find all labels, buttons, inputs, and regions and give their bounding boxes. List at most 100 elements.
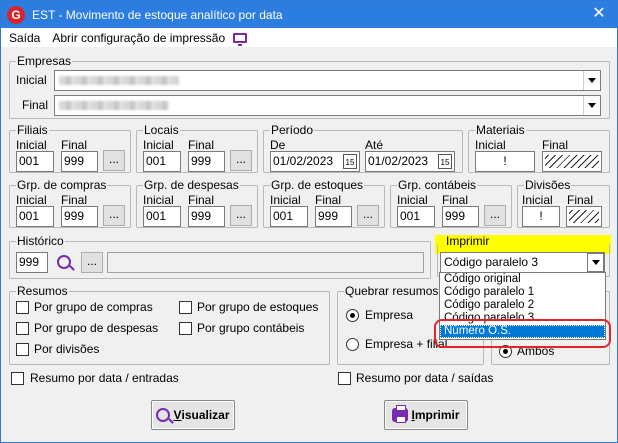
periodo-de-value: 01/02/2023 xyxy=(273,154,334,168)
materiais-group: Materiais Inicial Final ! xyxy=(468,123,610,173)
periodo-de-label: De xyxy=(270,138,286,152)
empresas-group: Empresas Inicial Final xyxy=(9,54,610,119)
menu-bar: Saída Abrir configuração de impressão xyxy=(1,28,617,47)
empresa-inicial-select[interactable] xyxy=(54,70,601,91)
por-grupo-contabeis-checkbox[interactable] xyxy=(179,322,192,335)
filiais-final-input[interactable]: 999 xyxy=(61,151,98,172)
resumos-group: Resumos Por grupo de compras Por grupo d… xyxy=(9,284,330,365)
divisoes-inicial-label: Inicial xyxy=(522,193,553,207)
grp-compras-lookup-button[interactable]: ... xyxy=(103,205,125,226)
option-codigo-original[interactable]: Código original xyxy=(440,273,605,286)
grp-compras-inicial-input[interactable]: 001 xyxy=(16,206,54,227)
filiais-lookup-button[interactable]: ... xyxy=(103,150,125,171)
locais-lookup-button[interactable]: ... xyxy=(230,150,252,171)
resumo-entradas-checkbox[interactable] xyxy=(11,372,24,385)
locais-title: Locais xyxy=(143,123,180,137)
grp-contabeis-inicial-label: Inicial xyxy=(397,193,428,207)
historico-input[interactable]: 999 xyxy=(16,252,48,273)
search-icon[interactable] xyxy=(57,255,71,269)
historico-title: Histórico xyxy=(16,234,65,248)
empresa-final-select[interactable] xyxy=(54,95,601,116)
chevron-down-icon[interactable] xyxy=(583,71,600,90)
grp-despesas-title: Grp. de despesas xyxy=(143,178,240,192)
grp-estoques-final-input[interactable]: 999 xyxy=(315,206,352,227)
locais-inicial-label: Inicial xyxy=(143,138,174,152)
imprimir-selected-value: Código paralelo 3 xyxy=(444,255,539,269)
menu-config-impressao[interactable]: Abrir configuração de impressão xyxy=(52,31,225,45)
historico-description-field xyxy=(107,252,424,273)
grp-despesas-inicial-label: Inicial xyxy=(143,193,174,207)
resumo-entradas-label[interactable]: Resumo por data / entradas xyxy=(30,371,179,385)
grp-contabeis-lookup-button[interactable]: ... xyxy=(484,205,506,226)
empresa-final-label: Final xyxy=(22,98,49,112)
periodo-group: Período De Até 01/02/2023 15 01/02/2023 … xyxy=(263,123,463,173)
grp-compras-final-label: Final xyxy=(61,193,88,207)
grp-despesas-lookup-button[interactable]: ... xyxy=(230,205,252,226)
visualizar-label: isualizar xyxy=(181,408,230,422)
locais-final-label: Final xyxy=(188,138,215,152)
grp-estoques-final-label: Final xyxy=(315,193,342,207)
periodo-ate-label: Até xyxy=(365,138,384,152)
imprimir-title: Imprimir xyxy=(446,234,490,248)
grp-contabeis-final-label: Final xyxy=(442,193,469,207)
por-grupo-despesas-label[interactable]: Por grupo de despesas xyxy=(34,321,158,335)
chevron-down-icon[interactable] xyxy=(583,96,600,115)
title-bar: G EST - Movimento de estoque analítico p… xyxy=(1,1,617,28)
grp-contabeis-final-input[interactable]: 999 xyxy=(442,206,479,227)
filiais-inicial-input[interactable]: 001 xyxy=(16,151,54,172)
por-grupo-contabeis-label[interactable]: Por grupo contábeis xyxy=(197,321,304,335)
por-grupo-estoques-label[interactable]: Por grupo de estoques xyxy=(197,300,318,314)
option-codigo-paralelo-2[interactable]: Código paralelo 2 xyxy=(440,299,605,312)
main-window: G EST - Movimento de estoque analítico p… xyxy=(0,0,618,443)
grp-estoques-inicial-input[interactable]: 001 xyxy=(270,206,308,227)
resumos-title: Resumos xyxy=(16,284,69,298)
divisoes-inicial-input[interactable]: ! xyxy=(522,206,560,227)
divisoes-title: Divisões xyxy=(524,178,572,192)
periodo-title: Período xyxy=(270,123,315,137)
grp-despesas-final-input[interactable]: 999 xyxy=(188,206,225,227)
por-grupo-compras-checkbox[interactable] xyxy=(16,301,29,314)
locais-inicial-input[interactable]: 001 xyxy=(143,151,181,172)
grp-contabeis-group: Grp. contábeis Inicial Final 001 999 ... xyxy=(390,178,512,228)
resumo-saidas-checkbox[interactable] xyxy=(338,372,351,385)
menu-saida[interactable]: Saída xyxy=(9,31,40,45)
locais-group: Locais Inicial Final 001 999 ... xyxy=(136,123,258,173)
calendar-icon[interactable]: 15 xyxy=(343,154,357,169)
materiais-inicial-input[interactable]: ! xyxy=(475,151,535,172)
por-divisoes-checkbox[interactable] xyxy=(16,343,29,356)
imprimir-select[interactable]: Código paralelo 3 xyxy=(440,252,605,273)
por-divisoes-label[interactable]: Por divisões xyxy=(34,342,99,356)
historico-lookup-button[interactable]: ... xyxy=(81,252,103,273)
grp-contabeis-title: Grp. contábeis xyxy=(397,178,478,192)
periodo-de-input[interactable]: 01/02/2023 15 xyxy=(270,151,360,172)
materiais-final-label: Final xyxy=(542,138,569,152)
materiais-final-input[interactable] xyxy=(542,151,602,172)
filiais-inicial-label: Inicial xyxy=(16,138,47,152)
grp-compras-final-input[interactable]: 999 xyxy=(61,206,98,227)
visualizar-button[interactable]: Visualizar xyxy=(151,400,235,430)
grp-estoques-lookup-button[interactable]: ... xyxy=(357,205,379,226)
empresa-radio[interactable] xyxy=(346,309,359,322)
por-grupo-despesas-checkbox[interactable] xyxy=(16,322,29,335)
imprimir-label: mprimir xyxy=(414,408,460,422)
chevron-down-icon[interactable] xyxy=(587,253,604,272)
grp-contabeis-inicial-input[interactable]: 001 xyxy=(397,206,435,227)
periodo-ate-input[interactable]: 01/02/2023 15 xyxy=(365,151,455,172)
divisoes-final-input[interactable] xyxy=(566,206,602,227)
grp-despesas-inicial-input[interactable]: 001 xyxy=(143,206,181,227)
option-codigo-paralelo-1[interactable]: Código paralelo 1 xyxy=(440,286,605,299)
grp-compras-title: Grp. de compras xyxy=(16,178,108,192)
empresa-filial-radio[interactable] xyxy=(346,338,359,351)
por-grupo-compras-label[interactable]: Por grupo de compras xyxy=(34,300,153,314)
close-button[interactable]: ✕ xyxy=(589,4,609,24)
imprimir-button[interactable]: Imprimir xyxy=(384,400,468,430)
visualizar-mnemonic: V xyxy=(173,408,182,422)
monitor-icon[interactable] xyxy=(233,32,248,46)
por-grupo-estoques-checkbox[interactable] xyxy=(179,301,192,314)
empresa-radio-label[interactable]: Empresa xyxy=(365,308,413,322)
locais-final-input[interactable]: 999 xyxy=(188,151,225,172)
printer-icon xyxy=(392,405,409,423)
empresa-inicial-label: Inicial xyxy=(16,73,47,87)
resumo-saidas-label[interactable]: Resumo por data / saídas xyxy=(356,371,493,385)
calendar-icon[interactable]: 15 xyxy=(438,154,452,169)
